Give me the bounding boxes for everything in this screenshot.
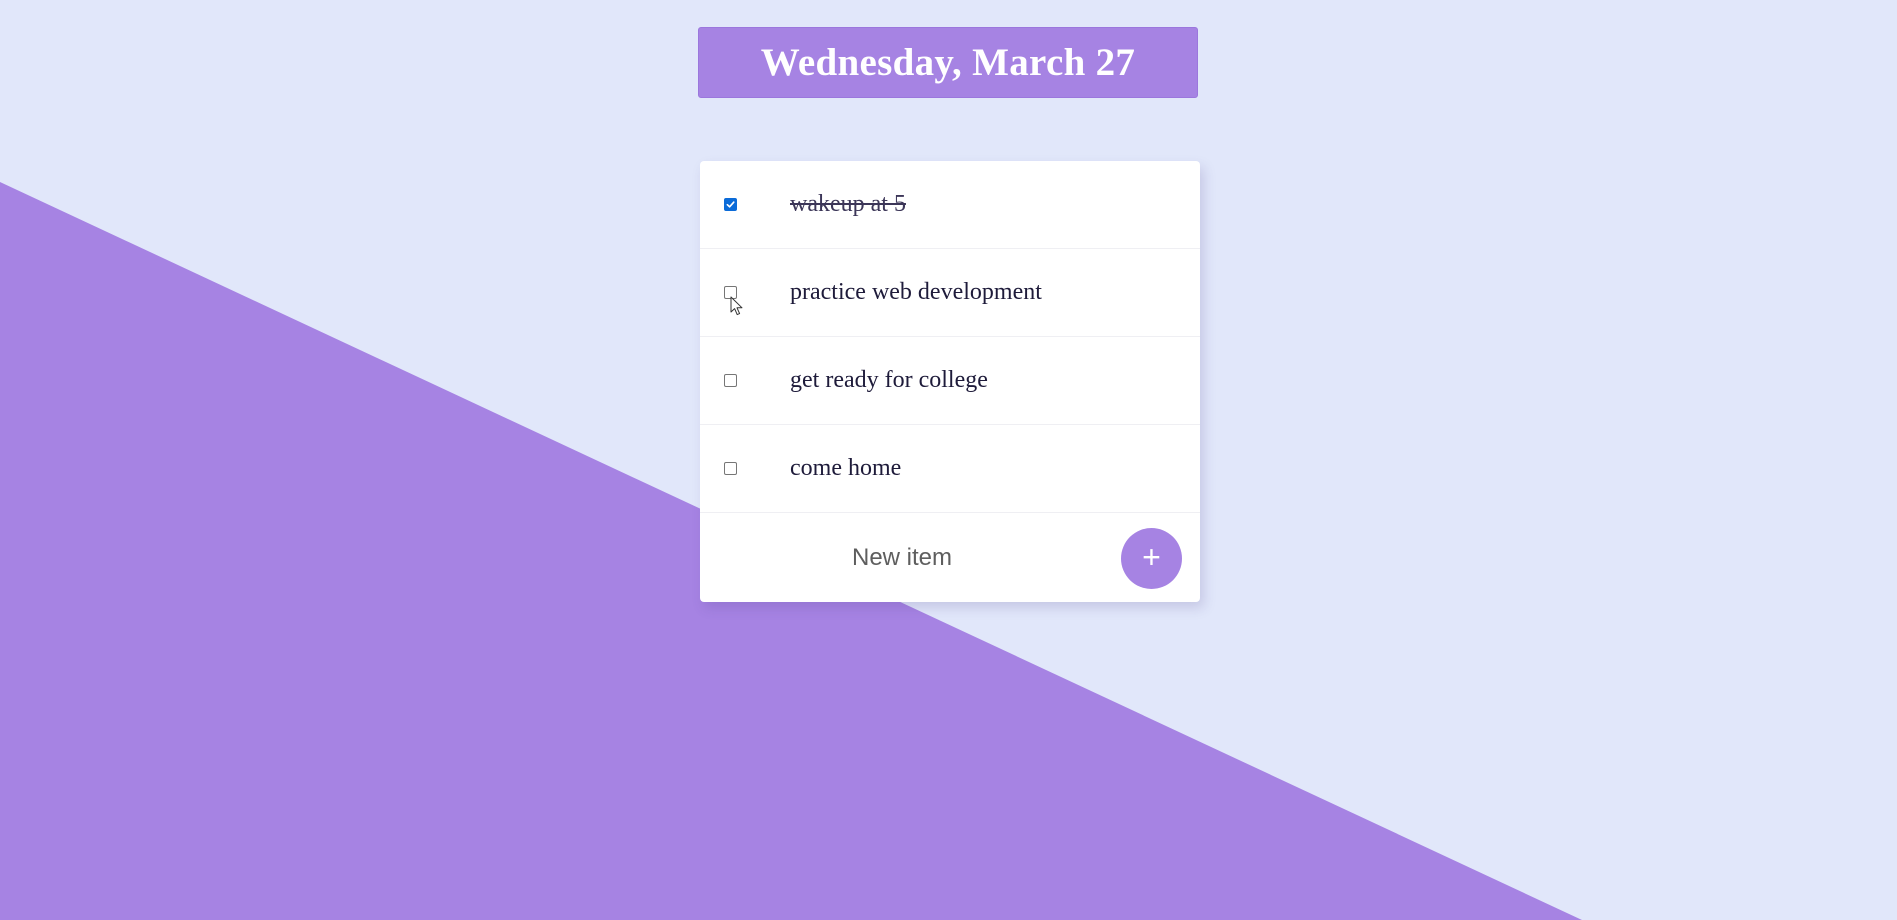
add-item-button[interactable]: + [1121, 528, 1182, 589]
todo-item-label: come home [790, 455, 902, 481]
plus-icon: + [1142, 538, 1161, 575]
todo-item[interactable]: wakeup at 5 [700, 161, 1200, 249]
date-heading-box: Wednesday, March 27 [698, 27, 1198, 98]
todo-checkbox[interactable] [724, 198, 737, 211]
date-heading: Wednesday, March 27 [760, 41, 1136, 84]
todo-checkbox[interactable] [724, 374, 737, 387]
mouse-pointer-icon [730, 296, 743, 316]
todo-checkbox[interactable] [724, 462, 737, 475]
todo-item[interactable]: get ready for college [700, 337, 1200, 425]
todo-item[interactable]: practice web development [700, 249, 1200, 337]
new-item-input[interactable] [730, 527, 1074, 589]
new-item-row: + [700, 513, 1200, 602]
todo-item-label: get ready for college [790, 367, 988, 393]
todo-item[interactable]: come home [700, 425, 1200, 513]
todo-card: wakeup at 5 practice web development get… [700, 161, 1200, 602]
todo-item-label: wakeup at 5 [790, 191, 906, 217]
checkmark-icon [726, 201, 735, 208]
todo-item-label: practice web development [790, 279, 1042, 305]
